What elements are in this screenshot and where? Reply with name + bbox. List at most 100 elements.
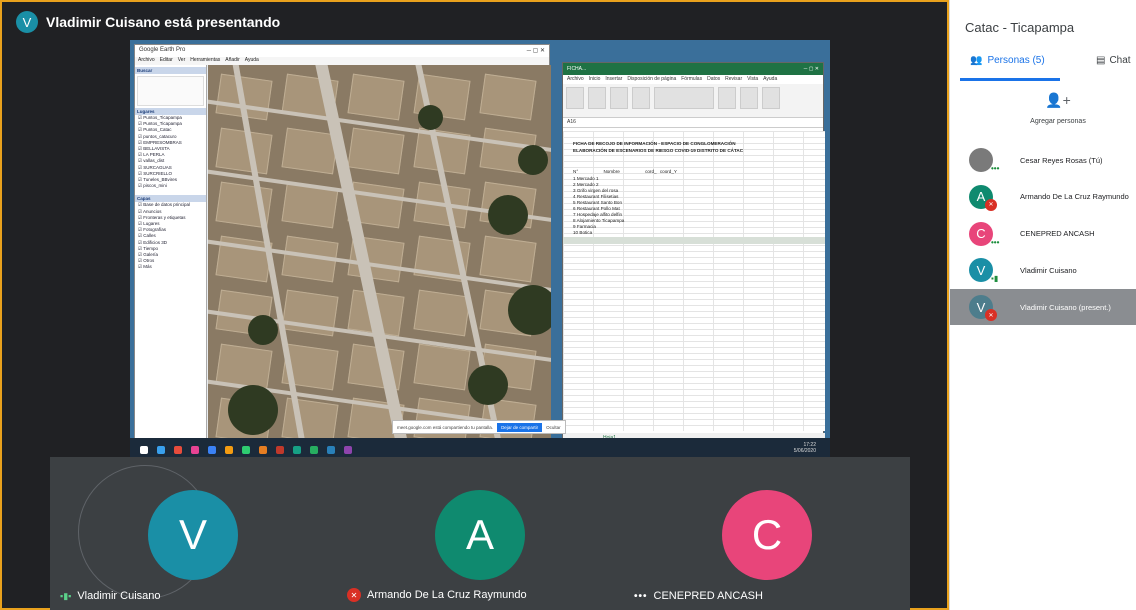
participant-tile[interactable]: A ✕ Armando De La Cruz Raymundo <box>337 457 623 610</box>
word-icon <box>327 446 335 454</box>
ribbon-number-icon <box>632 87 650 109</box>
participant-tile[interactable]: V ▪▮▪ Vladimir Cuisano <box>50 457 336 610</box>
app-icon <box>174 446 182 454</box>
app-icon <box>344 446 352 454</box>
participant-avatar: V <box>969 258 993 283</box>
excel-header: cord_ <box>645 169 657 174</box>
app-icon <box>191 446 199 454</box>
mic-off-icon: ✕ <box>985 309 997 322</box>
participant-tile[interactable]: C ••• CENEPRED ANCASH <box>624 457 910 610</box>
participant-row[interactable]: A ✕ Armando De La Cruz Raymundo <box>950 179 1136 215</box>
app-icon <box>293 446 301 454</box>
participant-row[interactable]: C ••• CENEPRED ANCASH <box>950 216 1136 252</box>
ge-menu-item: Ver <box>177 57 186 63</box>
ge-menu-item: Ayuda <box>244 57 259 63</box>
excel-header: N° <box>573 169 579 174</box>
excel-menu-item: Fórmulas <box>681 76 703 82</box>
excel-title: FICHA... <box>567 66 587 72</box>
people-icon: 👥 <box>970 55 983 66</box>
excel-grid: FICHA DE RECOJO DE INFORMACIÓN - ESPACIO… <box>563 131 825 431</box>
ge-menu-item: Añadir <box>225 57 240 63</box>
add-person-icon: 👤+ <box>1045 92 1071 108</box>
excel-headers: N° Nombre cord_ coord_Y <box>573 169 677 174</box>
tab-chat[interactable]: ▤ Chat <box>1096 55 1131 66</box>
ribbon-styles-icon <box>654 87 714 109</box>
excel-row: 1 Mercado 1 <box>573 176 599 181</box>
meeting-title: Catac - Ticapampa <box>965 20 1075 35</box>
ge-titlebar: Google Earth Pro ─ ▢ ✕ <box>135 45 549 57</box>
speaking-icon: ▪▮ <box>991 274 999 284</box>
ge-menu-item: Herramientas <box>190 57 221 63</box>
ge-menu-item: Archivo <box>138 57 155 63</box>
map-block <box>347 73 405 121</box>
ge-search-box <box>137 76 204 106</box>
excel-window-controls: ─ ▢ ✕ <box>803 66 819 72</box>
map-tree <box>488 195 528 235</box>
participant-avatar: C <box>969 221 993 246</box>
dots-icon: ••• <box>634 590 648 602</box>
excel-menu-item: Archivo <box>567 76 584 82</box>
tab-people-label: Personas (5) <box>987 55 1045 66</box>
excel-row: 8 Alojamiento Ticapampa <box>573 218 625 223</box>
presenter-label: Vladimir Cuisano está presentando <box>46 14 281 30</box>
map-block <box>413 343 471 391</box>
taskbar-clock: 17:22 5/06/2020 <box>794 442 816 454</box>
excel-ribbon <box>563 84 823 118</box>
excel-row: 9 Farmacia <box>573 224 596 229</box>
participant-tiles: V ▪▮▪ Vladimir Cuisano A ✕ Armando De La C… <box>50 457 910 610</box>
tab-people[interactable]: 👥 Personas (5) <box>970 55 1045 66</box>
tab-chat-label: Chat <box>1109 55 1131 66</box>
tile-name-text: CENEPRED ANCASH <box>653 590 763 602</box>
ge-layers-list: ☑ Base de datos principal ☑ Anuncios ☑ Fro… <box>135 202 206 270</box>
excel-menu-item: Revisar <box>725 76 743 82</box>
excel-window: FICHA... ─ ▢ ✕ Archivo Inicio Insertar Di… <box>562 62 825 454</box>
map-block <box>479 235 537 283</box>
tile-avatar: A <box>435 490 525 580</box>
map-block <box>479 73 537 121</box>
ge-sidebar: Buscar Lugares ☑ Puntos_Ticapampa ☑ Punto… <box>135 65 207 451</box>
excel-row: 5 Restaurant Santo Bon <box>573 200 623 205</box>
participant-row[interactable]: V ▪▮ Vladimir Cuisano <box>950 252 1136 288</box>
participant-name: CENEPRED ANCASH <box>1020 229 1095 239</box>
map-tree <box>228 385 278 435</box>
windows-start-icon <box>140 446 148 454</box>
folder-icon <box>225 446 233 454</box>
people-list: ••• Cesar Reyes Rosas (Tú) A ✕ Armando De La… <box>950 142 1136 326</box>
excel-menu-item: Disposición de página <box>627 76 677 82</box>
excel-header: coord_Y <box>659 169 677 174</box>
presenter-banner: V Vladimir Cuisano está presentando <box>16 10 280 34</box>
mic-off-icon: ✕ <box>985 198 997 211</box>
excel-row: 7 Hospedaje alfito delfin <box>573 212 623 217</box>
excel-title-row2: ELABORACIÓN DE ESCENARIOS DE RIESGO COVI… <box>573 148 744 153</box>
app-icon <box>259 446 267 454</box>
ribbon-edit-icon <box>740 87 758 109</box>
dots-icon: ••• <box>991 237 1000 247</box>
excel-row: 2 Mercado 2 <box>573 182 599 187</box>
ge-menu: Archivo Editar Ver Herramientas Añadir A… <box>135 57 549 65</box>
app-icon <box>208 446 216 454</box>
app-icon <box>276 446 284 454</box>
ge-place-item: ☑ piscos_mini <box>138 183 167 189</box>
excel-row: 6 Restaurant Pollo Mat <box>573 206 620 211</box>
ge-search-section: Buscar <box>135 67 206 74</box>
ribbon-cells-icon <box>718 87 736 109</box>
excel-menu: Archivo Inicio Insertar Disposición de p… <box>563 75 823 84</box>
ge-layer-item: ☑ Más <box>138 264 152 270</box>
tile-avatar: V <box>148 490 238 580</box>
mic-off-icon: ✕ <box>347 588 361 602</box>
share-notice: meet.google.com está compartiendo tu pan… <box>392 420 566 434</box>
excel-row: 10 Botica <box>573 230 593 235</box>
main-stage: V Vladimir Cuisano está presentando Goog… <box>0 0 949 610</box>
side-panel: Catac - Ticapampa 👥 Personas (5) ▤ Chat … <box>949 0 1136 610</box>
participant-name: Vladimir Cuisano (present.) <box>1020 302 1111 312</box>
add-people-button[interactable]: 👤+ Agregar personas <box>1030 92 1086 125</box>
participant-row[interactable]: V ✕ Vladimir Cuisano (present.) <box>950 289 1136 326</box>
clock-date: 5/06/2020 <box>793 448 816 454</box>
excel-menu-item: Datos <box>707 76 721 82</box>
ge-window-controls: ─ ▢ ✕ <box>526 48 545 54</box>
ribbon-font-icon <box>588 87 606 109</box>
excel-menu-item: Insertar <box>605 76 623 82</box>
hide-button: Ocultar <box>546 424 561 430</box>
participant-row[interactable]: ••• Cesar Reyes Rosas (Tú) <box>950 142 1136 178</box>
tile-name: ✕ Armando De La Cruz Raymundo <box>347 588 527 602</box>
